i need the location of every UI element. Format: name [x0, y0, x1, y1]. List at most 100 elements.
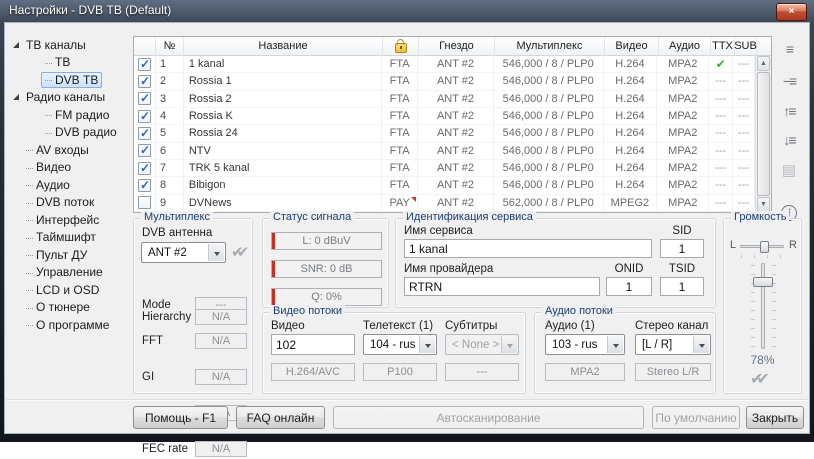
move-down-icon[interactable]: ↓≡ [776, 129, 802, 151]
sidebar-item[interactable]: FM радио [7, 106, 129, 124]
sidebar-item-label: DVB радио [41, 124, 121, 140]
table-row[interactable]: 4 Rossia K FTA ANT #2 546,000 / 8 / PLP0… [134, 108, 755, 125]
sidebar-item[interactable]: ТВ каналы [7, 36, 129, 54]
number-column-header[interactable]: № [156, 37, 184, 56]
multiplex-column-header[interactable]: Мультиплекс [495, 37, 605, 56]
scrollbar-thumb[interactable] [757, 72, 770, 196]
faq-button[interactable]: FAQ онлайн [236, 406, 325, 429]
close-icon[interactable]: × [776, 3, 807, 21]
table-row[interactable]: 1 1 kanal FTA ANT #2 546,000 / 8 / PLP0 … [134, 56, 755, 73]
volume-thumb[interactable] [753, 277, 773, 287]
tree-expander-icon[interactable] [31, 127, 41, 137]
sidebar-item[interactable]: Аудио [7, 176, 129, 194]
channel-checkbox[interactable] [138, 58, 151, 71]
sidebar-item[interactable]: DVB ТВ [7, 71, 129, 89]
table-row[interactable]: 3 Rossia 2 FTA ANT #2 546,000 / 8 / PLP0… [134, 91, 755, 108]
volume-apply-icon[interactable]: ✔✔ [750, 369, 763, 389]
table-row[interactable]: 6 NTV FTA ANT #2 546,000 / 8 / PLP0 H.26… [134, 143, 755, 160]
help-button[interactable]: Помощь - F1 [133, 406, 228, 429]
channel-checkbox[interactable] [138, 162, 151, 175]
tree-expander-icon[interactable] [12, 40, 22, 50]
tree-expander-icon[interactable] [12, 92, 22, 102]
uncheck-all-icon[interactable]: −≡ [776, 70, 802, 92]
sidebar-item[interactable]: Видео [7, 159, 129, 177]
tree-expander-icon[interactable] [12, 197, 22, 207]
sidebar-item[interactable]: О программе [7, 316, 129, 334]
tree-expander-icon[interactable] [12, 180, 22, 190]
tree-expander-icon[interactable] [12, 285, 22, 295]
table-row[interactable]: 8 Bibigon FTA ANT #2 546,000 / 8 / PLP0 … [134, 177, 755, 194]
tree-expander-icon[interactable] [12, 145, 22, 155]
tsid-field[interactable] [660, 277, 704, 296]
table-scrollbar[interactable]: ▲ ▼ [755, 56, 771, 212]
tree-expander-icon[interactable] [12, 302, 22, 312]
scroll-up-icon[interactable]: ▲ [757, 56, 770, 71]
sidebar-item[interactable]: LCD и OSD [7, 281, 129, 299]
sidebar-item[interactable]: ТВ [7, 54, 129, 72]
sub-mark: --- [738, 75, 749, 87]
audio-column-header[interactable]: Аудио [659, 37, 711, 56]
scroll-down-icon[interactable]: ▼ [757, 197, 770, 212]
sub-column-header[interactable]: SUB [735, 37, 757, 56]
channel-checkbox[interactable] [138, 127, 151, 140]
sidebar-item[interactable]: DVB радио [7, 124, 129, 142]
socket-column-header[interactable]: Гнездо [419, 37, 495, 56]
channel-checkbox[interactable] [138, 196, 151, 209]
sidebar-item[interactable]: Управление [7, 264, 129, 282]
video-codec-field: H.264/AVC [271, 363, 355, 381]
tree-expander-icon[interactable] [31, 110, 41, 120]
sidebar-item[interactable]: О тюнере [7, 299, 129, 317]
tree-expander-icon[interactable] [12, 232, 22, 242]
tree-expander-icon[interactable] [31, 75, 41, 85]
stereo-select[interactable]: [L / R] [635, 334, 711, 355]
name-column-header[interactable]: Название [184, 37, 383, 56]
table-row[interactable]: 7 TRK 5 kanal FTA ANT #2 546,000 / 8 / P… [134, 160, 755, 177]
table-row[interactable]: 5 Rossia 24 FTA ANT #2 546,000 / 8 / PLP… [134, 125, 755, 142]
teletext-select[interactable]: 104 - rus [363, 334, 437, 355]
tree-expander-icon[interactable] [12, 320, 22, 330]
channel-audio-codec: MPA2 [657, 56, 709, 72]
balance-thumb[interactable] [760, 241, 769, 253]
balance-slider[interactable] [740, 245, 784, 248]
service-name-field[interactable] [404, 239, 652, 258]
channel-checkbox[interactable] [138, 110, 151, 123]
channel-checkbox[interactable] [138, 75, 151, 88]
video-column-header[interactable]: Видео [605, 37, 659, 56]
antenna-apply-icon[interactable]: ✔✔ [231, 243, 242, 261]
video-pid-field[interactable] [271, 334, 355, 355]
channel-checkbox[interactable] [138, 144, 151, 157]
sidebar-item[interactable]: AV входы [7, 141, 129, 159]
sid-field[interactable] [660, 239, 704, 258]
onid-field[interactable] [606, 277, 652, 296]
move-up-icon[interactable]: ↑≡ [776, 100, 802, 122]
tree-expander-icon[interactable] [12, 250, 22, 260]
encryption-column-header[interactable] [383, 37, 419, 56]
close-dialog-button[interactable]: Закрыть [746, 406, 804, 429]
audio-select[interactable]: 103 - rus [545, 334, 625, 355]
ttx-column-header[interactable]: TTX [711, 37, 735, 56]
table-row[interactable]: 9 DVNews PAY ANT #2 562,000 / 8 / PLP0 M… [134, 195, 755, 212]
tree-expander-icon[interactable] [12, 162, 22, 172]
sidebar-item[interactable]: Пульт ДУ [7, 246, 129, 264]
checkbox-cell [134, 143, 156, 159]
sidebar-item[interactable]: Таймшифт [7, 229, 129, 247]
sidebar-item[interactable]: DVB поток [7, 194, 129, 212]
tree-expander-icon[interactable] [12, 267, 22, 277]
tree-expander-icon[interactable] [12, 215, 22, 225]
provider-field[interactable] [404, 277, 600, 296]
channel-name: Bibigon [184, 177, 382, 193]
channel-checkbox[interactable] [138, 92, 151, 105]
antenna-select[interactable]: ANT #2 [141, 242, 226, 263]
signal-bar-text: SNR: 0 dB [301, 263, 353, 275]
sidebar-item[interactable]: Радио каналы [7, 89, 129, 107]
balance-left-label: L [730, 239, 736, 251]
checkbox-column-header[interactable] [134, 37, 156, 56]
multiplex-group-title: Мультиплекс [141, 211, 213, 223]
channel-checkbox[interactable] [138, 179, 151, 192]
channel-socket: ANT #2 [418, 73, 494, 89]
volume-slider[interactable] [761, 263, 765, 349]
table-row[interactable]: 2 Rossia 1 FTA ANT #2 546,000 / 8 / PLP0… [134, 73, 755, 90]
sidebar-item[interactable]: Интерфейс [7, 211, 129, 229]
tree-expander-icon[interactable] [31, 57, 41, 67]
select-all-icon[interactable]: ≡ [776, 38, 802, 60]
